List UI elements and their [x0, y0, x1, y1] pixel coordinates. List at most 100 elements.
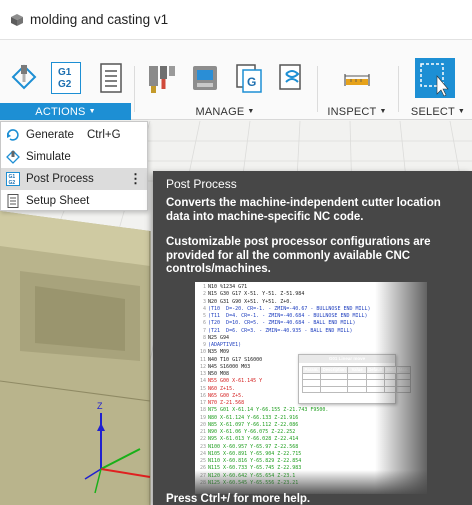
- code-line-number: 1: [202, 284, 206, 290]
- manage-group-button[interactable]: MANAGE ▼: [155, 103, 295, 120]
- svg-text:G2: G2: [58, 79, 72, 90]
- code-line-number: 10: [199, 349, 206, 356]
- window-select-icon: [420, 63, 449, 97]
- code-line: N40 T10 G17 S16000: [208, 356, 263, 363]
- code-line: N25 G94: [208, 334, 230, 341]
- caret-down-icon: ▼: [379, 108, 387, 115]
- code-line: N50 M08: [208, 371, 230, 377]
- machine-library-tool[interactable]: [190, 62, 220, 94]
- code-line: N95 X-61.013 Y-66.028 Z-22.414: [208, 436, 299, 443]
- code-line: N10 %1234 G71: [208, 284, 248, 290]
- code-line-number: 2: [202, 291, 206, 298]
- code-line-number: 11: [199, 356, 206, 363]
- menu-item-label: Post Process: [26, 173, 94, 185]
- tooltip-title: Post Process: [166, 177, 237, 191]
- shortcut-label: Ctrl+G: [87, 129, 121, 141]
- image-edge-fade: [375, 282, 427, 494]
- inspect-group-button[interactable]: INSPECT ▼: [325, 103, 389, 120]
- setup-sheet-tool[interactable]: [96, 62, 126, 94]
- document-title: molding and casting v1: [30, 12, 169, 27]
- code-line: N100 X-60.957 Y-65.97 Z-22.568: [208, 443, 299, 450]
- code-line: N110 X-60.816 Y-65.829 Z-22.854: [208, 458, 302, 464]
- select-group-button[interactable]: SELECT ▼: [404, 103, 472, 120]
- g-code-icon: G1 G2: [58, 67, 72, 90]
- code-line: N45 S16000 M03: [208, 363, 251, 370]
- setup-sheet-tool-icon: [100, 63, 122, 93]
- table-cell: Y coordinate: [319, 379, 349, 387]
- code-line-number: 12: [199, 363, 206, 370]
- code-line: N65 G00 Z+5.: [208, 392, 245, 399]
- code-line: N35 M09: [208, 349, 230, 356]
- svg-text:G: G: [247, 75, 256, 89]
- menu-item-generate[interactable]: Generate Ctrl+G: [1, 124, 147, 146]
- post-library-tool[interactable]: [277, 62, 307, 94]
- menu-item-label: Setup Sheet: [26, 195, 90, 207]
- inspect-group-label: INSPECT: [327, 105, 377, 118]
- actions-dropdown-menu: Generate Ctrl+G Simulate G1 G2 Post Proc…: [0, 121, 148, 211]
- menu-item-post-process[interactable]: G1 G2 Post Process ⋮: [1, 168, 147, 190]
- code-line-number: 25: [199, 458, 206, 464]
- code-line-number: 8: [202, 334, 206, 341]
- simulate-tool[interactable]: [9, 62, 39, 94]
- code-line-number: 22: [199, 436, 206, 443]
- image-bottom-fade: [195, 470, 427, 494]
- menu-item-setup-sheet[interactable]: Setup Sheet: [1, 190, 147, 212]
- code-line: (T20 D=10. CR=5. - ZMIN=-40.684 - BALL E…: [208, 320, 356, 327]
- simulate-icon: [6, 150, 20, 164]
- measure-tool[interactable]: [342, 62, 372, 94]
- table-cell: -21.743: [347, 385, 367, 393]
- table-cell: Z coordinate: [319, 385, 349, 393]
- select-group-label: SELECT: [410, 105, 455, 118]
- table-cell: X coordinate: [319, 372, 349, 380]
- code-line-number: 9: [202, 342, 206, 348]
- post-process-tool[interactable]: G1 G2: [51, 62, 81, 94]
- svg-text:G1: G1: [58, 67, 72, 78]
- code-line: N20 G31 G90 X+51. Y+51. Z+0.: [208, 298, 293, 305]
- code-line-number: 16: [199, 392, 206, 399]
- more-options-icon[interactable]: ⋮: [129, 171, 142, 187]
- code-line-number: 18: [199, 407, 206, 414]
- post-library-icon: [279, 64, 301, 90]
- code-line-number: 3: [202, 298, 206, 305]
- toolbar-separator: [317, 66, 318, 112]
- menu-item-simulate[interactable]: Simulate: [1, 146, 147, 168]
- tooltip-detail: Customizable post processor configuratio…: [166, 236, 431, 275]
- code-line-number: 13: [199, 371, 206, 377]
- toolbar-separator: [134, 66, 135, 112]
- simulate-tool-icon: [11, 64, 37, 90]
- code-line: (T10 D=-20. CR=-1. - ZMIN=-40.67 - BULLN…: [208, 305, 371, 312]
- code-line-number: 20: [199, 421, 206, 428]
- actions-group-label: ACTIONS: [35, 105, 86, 118]
- code-line-number: 5: [202, 313, 206, 319]
- code-line-number: 23: [199, 443, 206, 450]
- code-line-number: 4: [202, 305, 206, 312]
- code-line-number: 6: [202, 320, 206, 327]
- code-line: (ADAPTIVE1): [208, 342, 242, 348]
- code-line: N105 X-60.891 Y-65.904 Z-22.715: [208, 450, 302, 457]
- column-header: Description: [319, 366, 349, 374]
- code-line: N80 X-61.124 Y-66.133 Z-21.916: [208, 414, 299, 421]
- menu-item-label: Simulate: [26, 151, 71, 163]
- code-line-number: 14: [199, 378, 206, 385]
- svg-text:G2: G2: [9, 180, 16, 186]
- code-line: N90 X-61.06 Y-66.075 Z-22.252: [208, 429, 296, 435]
- code-line: N15 G30 G17 X-51. Y-51. Z-51.984: [208, 291, 305, 298]
- column-header: Param.: [302, 366, 321, 374]
- tool-library-tool[interactable]: [147, 62, 177, 94]
- menu-item-label: Generate: [26, 129, 74, 141]
- setup-sheet-icon: [7, 194, 19, 208]
- caret-down-icon: ▼: [88, 108, 96, 115]
- code-line-number: 17: [199, 400, 206, 406]
- window-select-tool[interactable]: [415, 58, 455, 98]
- code-line: N70 Z-21.568: [208, 400, 245, 406]
- tooltip-help-hint: Press Ctrl+/ for more help.: [166, 493, 311, 505]
- code-line-number: 21: [199, 429, 206, 435]
- cube-icon: [11, 13, 23, 26]
- generate-icon: [7, 129, 19, 141]
- nc-program-tool[interactable]: G: [234, 62, 264, 94]
- actions-group-button[interactable]: ACTIONS ▼: [0, 103, 131, 120]
- table-cell: -66.155: [347, 379, 367, 387]
- toolbar: G1 G2 G ACTIONS ▼ MANAGE ▼ INSPECT ▼ SEL…: [0, 40, 472, 120]
- caret-down-icon: ▼: [247, 108, 255, 115]
- post-process-icon: G1 G2: [6, 172, 20, 186]
